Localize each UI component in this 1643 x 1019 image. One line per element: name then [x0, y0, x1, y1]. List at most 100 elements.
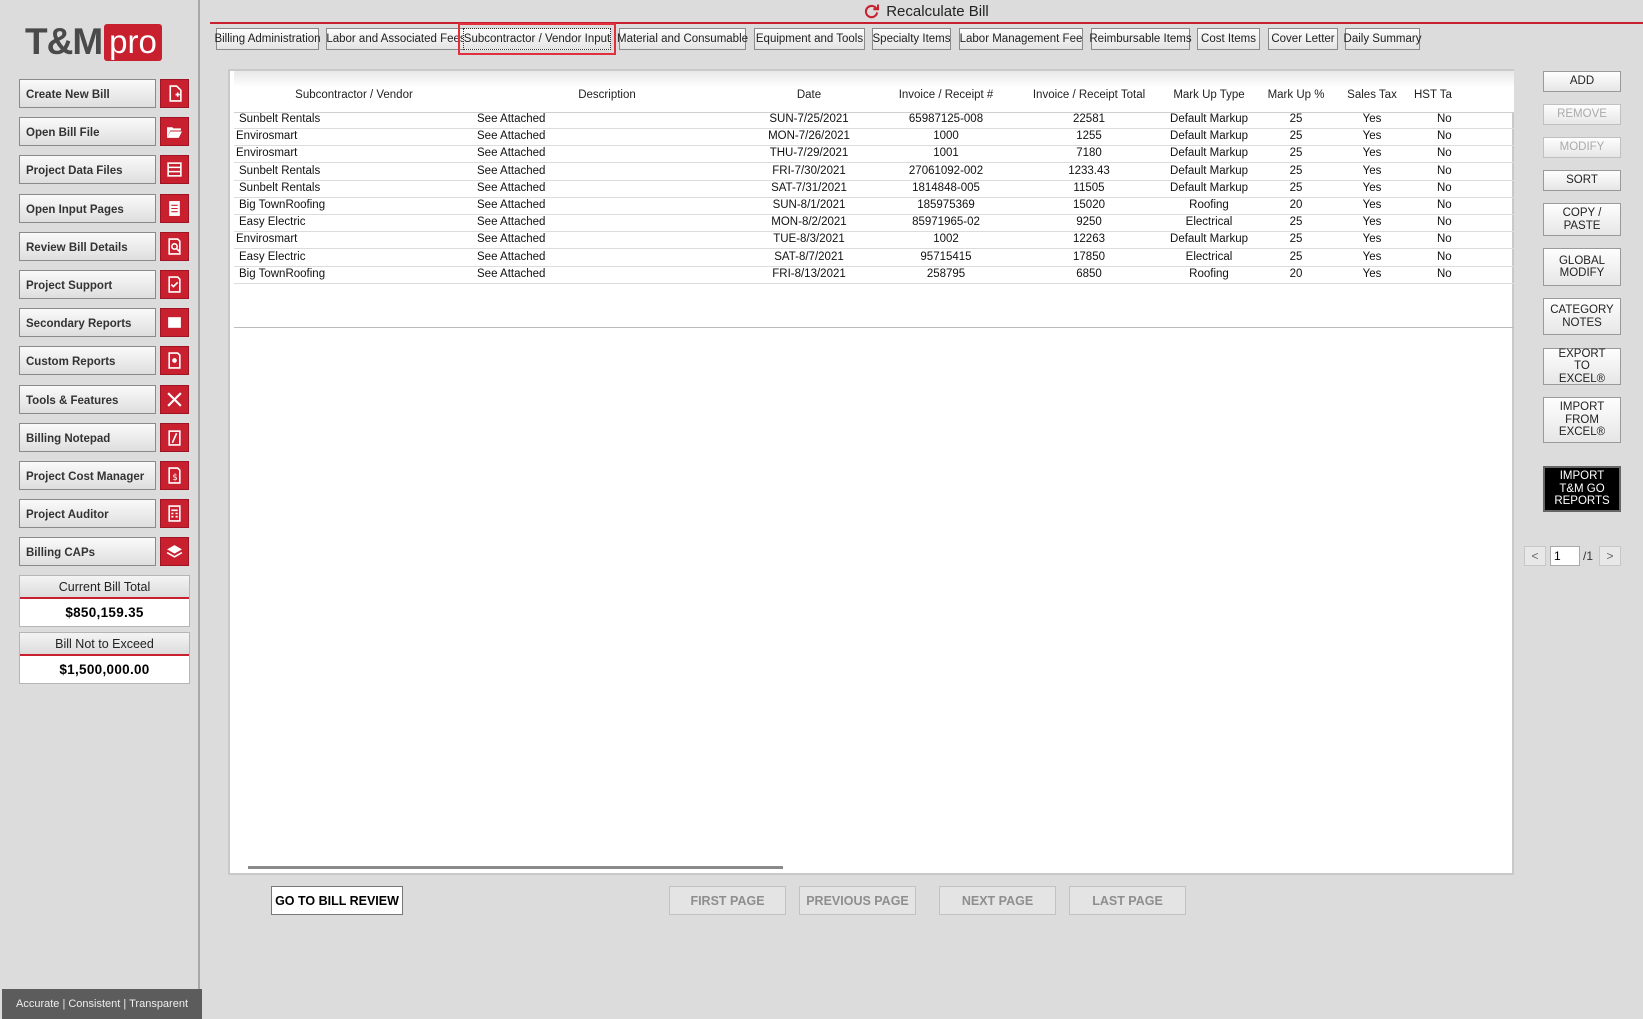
- pager-prev-button[interactable]: <: [1524, 546, 1546, 566]
- cell-date: SUN-7/25/2021: [769, 113, 849, 125]
- table-row[interactable]: Easy Electric See Attached SAT-8/7/2021 957…: [234, 249, 1514, 267]
- sidebar-item-project-support[interactable]: Project Support: [19, 270, 191, 299]
- sidebar-item-tools-and-features[interactable]: Tools & Features: [19, 384, 191, 414]
- sidebar-item-label[interactable]: Billing CAPs: [19, 537, 156, 567]
- sidebar-item-project-cost-manager[interactable]: Project Cost Manager $: [19, 461, 191, 490]
- previous-page-button[interactable]: PREVIOUS PAGE: [799, 886, 916, 915]
- table-row[interactable]: Envirosmart See Attached TUE-8/3/2021 1002 1…: [234, 231, 1514, 250]
- import-tm-go-reports-button[interactable]: IMPORT T&M GO REPORTS: [1543, 466, 1621, 512]
- sidebar-item-label[interactable]: Secondary Reports: [19, 308, 156, 338]
- magnify-document-icon[interactable]: [160, 231, 189, 261]
- sidebar-item-label[interactable]: Project Data Files: [19, 155, 156, 185]
- bill-not-to-exceed-box: Bill Not to Exceed $1,500,000.00: [19, 632, 190, 684]
- sidebar-item-label[interactable]: Open Input Pages: [19, 193, 156, 223]
- col-invoice-total-header[interactable]: Invoice / Receipt Total: [1033, 89, 1145, 101]
- sidebar-item-label[interactable]: Project Cost Manager: [19, 461, 156, 490]
- gear-document-icon[interactable]: [160, 346, 189, 376]
- col-description-header[interactable]: Description: [578, 89, 636, 101]
- tab-cost-items[interactable]: Cost Items: [1197, 28, 1260, 50]
- col-markup-pct-header[interactable]: Mark Up %: [1268, 89, 1325, 101]
- tab-reimbursable-items[interactable]: Reimbursable Items: [1089, 28, 1192, 50]
- report-icon[interactable]: [160, 308, 189, 338]
- sidebar-item-open-input-pages[interactable]: Open Input Pages: [19, 193, 191, 223]
- sidebar-item-create-new-bill[interactable]: Create New Bill: [19, 79, 191, 108]
- notepad-icon[interactable]: [160, 422, 189, 452]
- table-row[interactable]: Sunbelt Rentals See Attached FRI-7/30/2021…: [234, 163, 1514, 181]
- remove-button[interactable]: REMOVE: [1543, 104, 1621, 125]
- cell-description: See Attached: [477, 267, 546, 280]
- sidebar-item-label[interactable]: Create New Bill: [19, 79, 156, 108]
- col-hst-header[interactable]: HST Ta: [1414, 89, 1452, 101]
- cell-vendor: Easy Electric: [239, 250, 306, 263]
- col-markup-type-header[interactable]: Mark Up Type: [1173, 89, 1244, 101]
- document-lines-icon[interactable]: [160, 193, 189, 223]
- import-from-excel-button[interactable]: IMPORT FROM EXCEL®: [1543, 397, 1621, 443]
- calculator-icon[interactable]: [160, 499, 189, 529]
- tools-icon[interactable]: [160, 384, 189, 414]
- pager-next-button[interactable]: >: [1599, 546, 1622, 566]
- col-invoice-number-header[interactable]: Invoice / Receipt #: [899, 89, 994, 101]
- tab-daily-summary[interactable]: Daily Summary: [1344, 28, 1421, 50]
- tab-labor-management-fee[interactable]: Labor Management Fee: [959, 28, 1083, 50]
- tagline: Accurate | Consistent | Transparent: [2, 989, 202, 1019]
- cell-invoice: 85971965-02: [912, 216, 980, 229]
- copy-paste-button[interactable]: COPY / PASTE: [1543, 203, 1621, 236]
- sidebar-item-label[interactable]: Billing Notepad: [19, 422, 156, 452]
- checkbox-document-icon[interactable]: [160, 270, 189, 299]
- add-button[interactable]: ADD: [1543, 71, 1621, 92]
- current-bill-total-label: Current Bill Total: [20, 576, 189, 599]
- table-row[interactable]: Easy Electric See Attached MON-8/2/2021 859…: [234, 214, 1514, 233]
- go-to-bill-review-button[interactable]: GO TO BILL REVIEW: [271, 886, 403, 915]
- tab-labor-and-associated-fees[interactable]: Labor and Associated Fees: [326, 28, 466, 50]
- sort-button[interactable]: SORT: [1543, 170, 1621, 191]
- table-row[interactable]: Sunbelt Rentals See Attached SUN-7/25/2021…: [234, 113, 1514, 129]
- col-vendor-header[interactable]: Subcontractor / Vendor: [295, 89, 413, 101]
- col-date-header[interactable]: Date: [797, 89, 821, 101]
- table-row[interactable]: Big TownRoofing See Attached FRI-8/13/2021…: [234, 266, 1514, 284]
- table-row[interactable]: Sunbelt Rentals See Attached SAT-7/31/2021…: [234, 180, 1514, 198]
- horizontal-scrollbar[interactable]: [248, 866, 783, 869]
- export-to-excel-button[interactable]: EXPORT TO EXCEL®: [1543, 348, 1621, 385]
- list-icon[interactable]: [160, 155, 189, 185]
- recalculate-bill-label: Recalculate Bill: [886, 2, 989, 20]
- sidebar-item-project-data-files[interactable]: Project Data Files: [19, 155, 191, 185]
- sidebar-item-label[interactable]: Open Bill File: [19, 117, 156, 147]
- category-notes-button[interactable]: CATEGORY NOTES: [1543, 298, 1621, 335]
- tab-specialty-items[interactable]: Specialty Items: [872, 28, 951, 50]
- tab-material-and-consumable[interactable]: Material and Consumable: [617, 28, 748, 50]
- sidebar-item-label[interactable]: Project Support: [19, 270, 156, 299]
- tab-cover-letter[interactable]: Cover Letter: [1268, 28, 1338, 50]
- recalculate-bill-button[interactable]: Recalculate Bill: [210, 0, 1643, 24]
- new-file-icon[interactable]: [160, 79, 189, 108]
- cell-invoice: 27061092-002: [908, 164, 984, 177]
- modify-button[interactable]: MODIFY: [1543, 137, 1621, 158]
- next-page-button[interactable]: NEXT PAGE: [939, 886, 1056, 915]
- sidebar-item-custom-reports[interactable]: Custom Reports: [19, 346, 191, 376]
- sidebar-item-label[interactable]: Project Auditor: [19, 499, 156, 529]
- page-number-input[interactable]: [1550, 546, 1580, 566]
- svg-text:$: $: [172, 473, 177, 483]
- sidebar-item-billing-caps[interactable]: Billing CAPs: [19, 537, 191, 567]
- last-page-button[interactable]: LAST PAGE: [1069, 886, 1186, 915]
- sidebar-item-secondary-reports[interactable]: Secondary Reports: [19, 308, 191, 338]
- tab-subcontractor-vendor-input[interactable]: Subcontractor / Vendor Input: [458, 23, 616, 55]
- tab-equipment-and-tools[interactable]: Equipment and Tools: [754, 28, 865, 50]
- sidebar-item-project-auditor[interactable]: Project Auditor: [19, 499, 191, 529]
- layers-icon[interactable]: [160, 537, 189, 567]
- sidebar-item-label[interactable]: Tools & Features: [19, 384, 156, 414]
- global-modify-button[interactable]: GLOBAL MODIFY: [1543, 248, 1621, 286]
- first-page-button[interactable]: FIRST PAGE: [669, 886, 786, 915]
- sidebar-item-label[interactable]: Review Bill Details: [19, 231, 156, 261]
- tab-billing-administration[interactable]: Billing Administration: [214, 28, 321, 50]
- cell-vendor: Big TownRoofing: [239, 199, 326, 211]
- sidebar-item-billing-notepad[interactable]: Billing Notepad: [19, 422, 191, 452]
- table-row[interactable]: Envirosmart See Attached THU-7/29/2021 1001…: [234, 145, 1514, 164]
- table-row[interactable]: Envirosmart See Attached MON-7/26/2021 1000…: [234, 128, 1514, 147]
- dollar-document-icon[interactable]: $: [160, 461, 189, 490]
- sidebar-item-review-bill-details[interactable]: Review Bill Details: [19, 231, 191, 261]
- table-row[interactable]: Big TownRoofing See Attached SUN-8/1/2021 1…: [234, 197, 1514, 215]
- sidebar-item-label[interactable]: Custom Reports: [19, 346, 156, 376]
- col-sales-tax-header[interactable]: Sales Tax: [1347, 89, 1397, 101]
- folder-open-icon[interactable]: [160, 117, 189, 147]
- sidebar-item-open-bill-file[interactable]: Open Bill File: [19, 117, 191, 147]
